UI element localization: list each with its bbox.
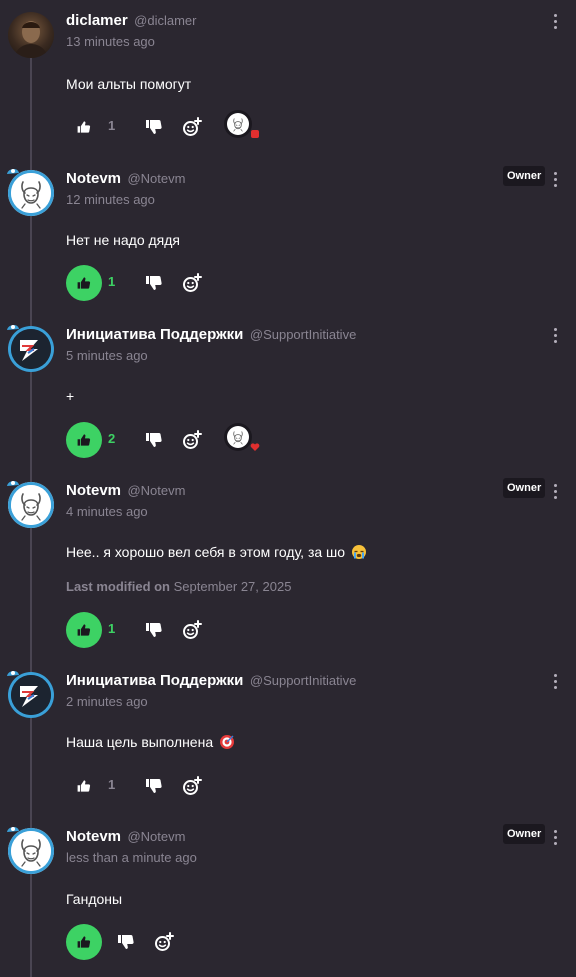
comment-actions: 1 xyxy=(0,265,576,301)
timestamp[interactable]: 4 minutes ago xyxy=(66,504,148,519)
thumbs-down-icon[interactable] xyxy=(144,430,164,450)
thumbs-up-icon xyxy=(76,275,92,291)
timestamp[interactable]: 13 minutes ago xyxy=(66,34,155,49)
avatar[interactable] xyxy=(8,482,54,528)
comment-text: Нее.. я хорошо вел себя в этом году, за … xyxy=(66,544,367,560)
thumbs-down-icon[interactable] xyxy=(144,620,164,640)
avatar[interactable] xyxy=(8,12,54,58)
avatar[interactable] xyxy=(8,672,54,718)
thumbs-down-icon[interactable] xyxy=(116,932,136,952)
comment-text: Мои альты помогут xyxy=(66,76,192,92)
avatar[interactable] xyxy=(8,170,54,216)
crying-face-emoji xyxy=(351,545,366,559)
heart-reaction-icon xyxy=(250,443,260,451)
author-handle[interactable]: @Notevm xyxy=(127,483,185,498)
thumbs-up-icon xyxy=(76,934,92,950)
reaction-avatar[interactable] xyxy=(220,420,260,460)
comment-actions xyxy=(0,924,576,960)
author-handle[interactable]: @SupportInitiative xyxy=(250,673,356,688)
comment-text: Наша цель выполнена xyxy=(66,734,235,750)
thumbs-up-icon xyxy=(76,432,92,448)
more-options-icon[interactable] xyxy=(549,12,561,30)
author-handle[interactable]: @diclamer xyxy=(134,13,196,28)
add-reaction-icon[interactable] xyxy=(182,776,202,796)
author-name[interactable]: Notevm xyxy=(66,170,121,187)
thumbs-up-icon xyxy=(76,778,92,794)
author-name[interactable]: Инициатива Поддержки xyxy=(66,326,243,343)
reaction-avatar[interactable] xyxy=(220,107,260,147)
timestamp[interactable]: 2 minutes ago xyxy=(66,694,148,709)
thumbs-down-icon[interactable] xyxy=(144,117,164,137)
like-count: 2 xyxy=(108,431,116,446)
author-handle[interactable]: @SupportInitiative xyxy=(250,327,356,342)
thumbs-up-icon xyxy=(76,119,92,135)
comment-actions: 1 xyxy=(0,768,576,804)
author-handle[interactable]: @Notevm xyxy=(127,829,185,844)
like-count: 1 xyxy=(108,274,116,289)
like-button[interactable] xyxy=(66,265,102,301)
add-reaction-icon[interactable] xyxy=(182,273,202,293)
add-reaction-icon[interactable] xyxy=(182,430,202,450)
thumbs-up-icon xyxy=(76,622,92,638)
comment-text: Гандоны xyxy=(66,891,123,907)
last-modified: Last modified on September 27, 2025 xyxy=(66,579,291,594)
comment-text: Нет не надо дядя xyxy=(66,232,181,248)
owner-badge: Owner xyxy=(503,824,546,844)
avatar[interactable] xyxy=(8,326,54,372)
more-options-icon[interactable] xyxy=(549,672,561,690)
timestamp[interactable]: 5 minutes ago xyxy=(66,348,148,363)
comment-text-body: Наша цель выполнена xyxy=(66,734,214,750)
author-name[interactable]: Инициатива Поддержки xyxy=(66,672,243,689)
thumbs-down-icon[interactable] xyxy=(144,776,164,796)
avatar[interactable] xyxy=(8,828,54,874)
add-reaction-icon[interactable] xyxy=(154,932,174,952)
timestamp[interactable]: 12 minutes ago xyxy=(66,192,155,207)
like-button[interactable] xyxy=(66,109,102,145)
comment-actions: 1 xyxy=(0,612,576,648)
direct-hit-emoji xyxy=(220,735,234,749)
owner-badge: Owner xyxy=(503,166,546,186)
more-options-icon[interactable] xyxy=(549,170,561,188)
comment-actions: 2 xyxy=(0,422,576,458)
author-name[interactable]: Notevm xyxy=(66,482,121,499)
more-options-icon[interactable] xyxy=(549,326,561,344)
like-count: 1 xyxy=(108,621,116,636)
owner-badge: Owner xyxy=(503,478,546,498)
like-button[interactable] xyxy=(66,924,102,960)
author-name[interactable]: Notevm xyxy=(66,828,121,845)
like-button[interactable] xyxy=(66,422,102,458)
like-button[interactable] xyxy=(66,768,102,804)
comment-actions: 1 xyxy=(0,109,576,145)
last-modified-date: September 27, 2025 xyxy=(173,579,292,594)
like-count: 1 xyxy=(108,118,116,133)
like-button[interactable] xyxy=(66,612,102,648)
last-modified-label: Last modified on xyxy=(66,579,170,594)
author-name[interactable]: diclamer xyxy=(66,12,128,29)
add-reaction-icon[interactable] xyxy=(182,117,202,137)
add-reaction-icon[interactable] xyxy=(182,620,202,640)
comment-text-body: Нее.. я хорошо вел себя в этом году, за … xyxy=(66,544,346,560)
heart-reaction-icon xyxy=(251,130,259,138)
like-count: 1 xyxy=(108,777,116,792)
thumbs-down-icon[interactable] xyxy=(144,273,164,293)
timestamp[interactable]: less than a minute ago xyxy=(66,850,197,865)
more-options-icon[interactable] xyxy=(549,828,561,846)
comment-text: + xyxy=(66,388,75,404)
more-options-icon[interactable] xyxy=(549,482,561,500)
author-handle[interactable]: @Notevm xyxy=(127,171,185,186)
